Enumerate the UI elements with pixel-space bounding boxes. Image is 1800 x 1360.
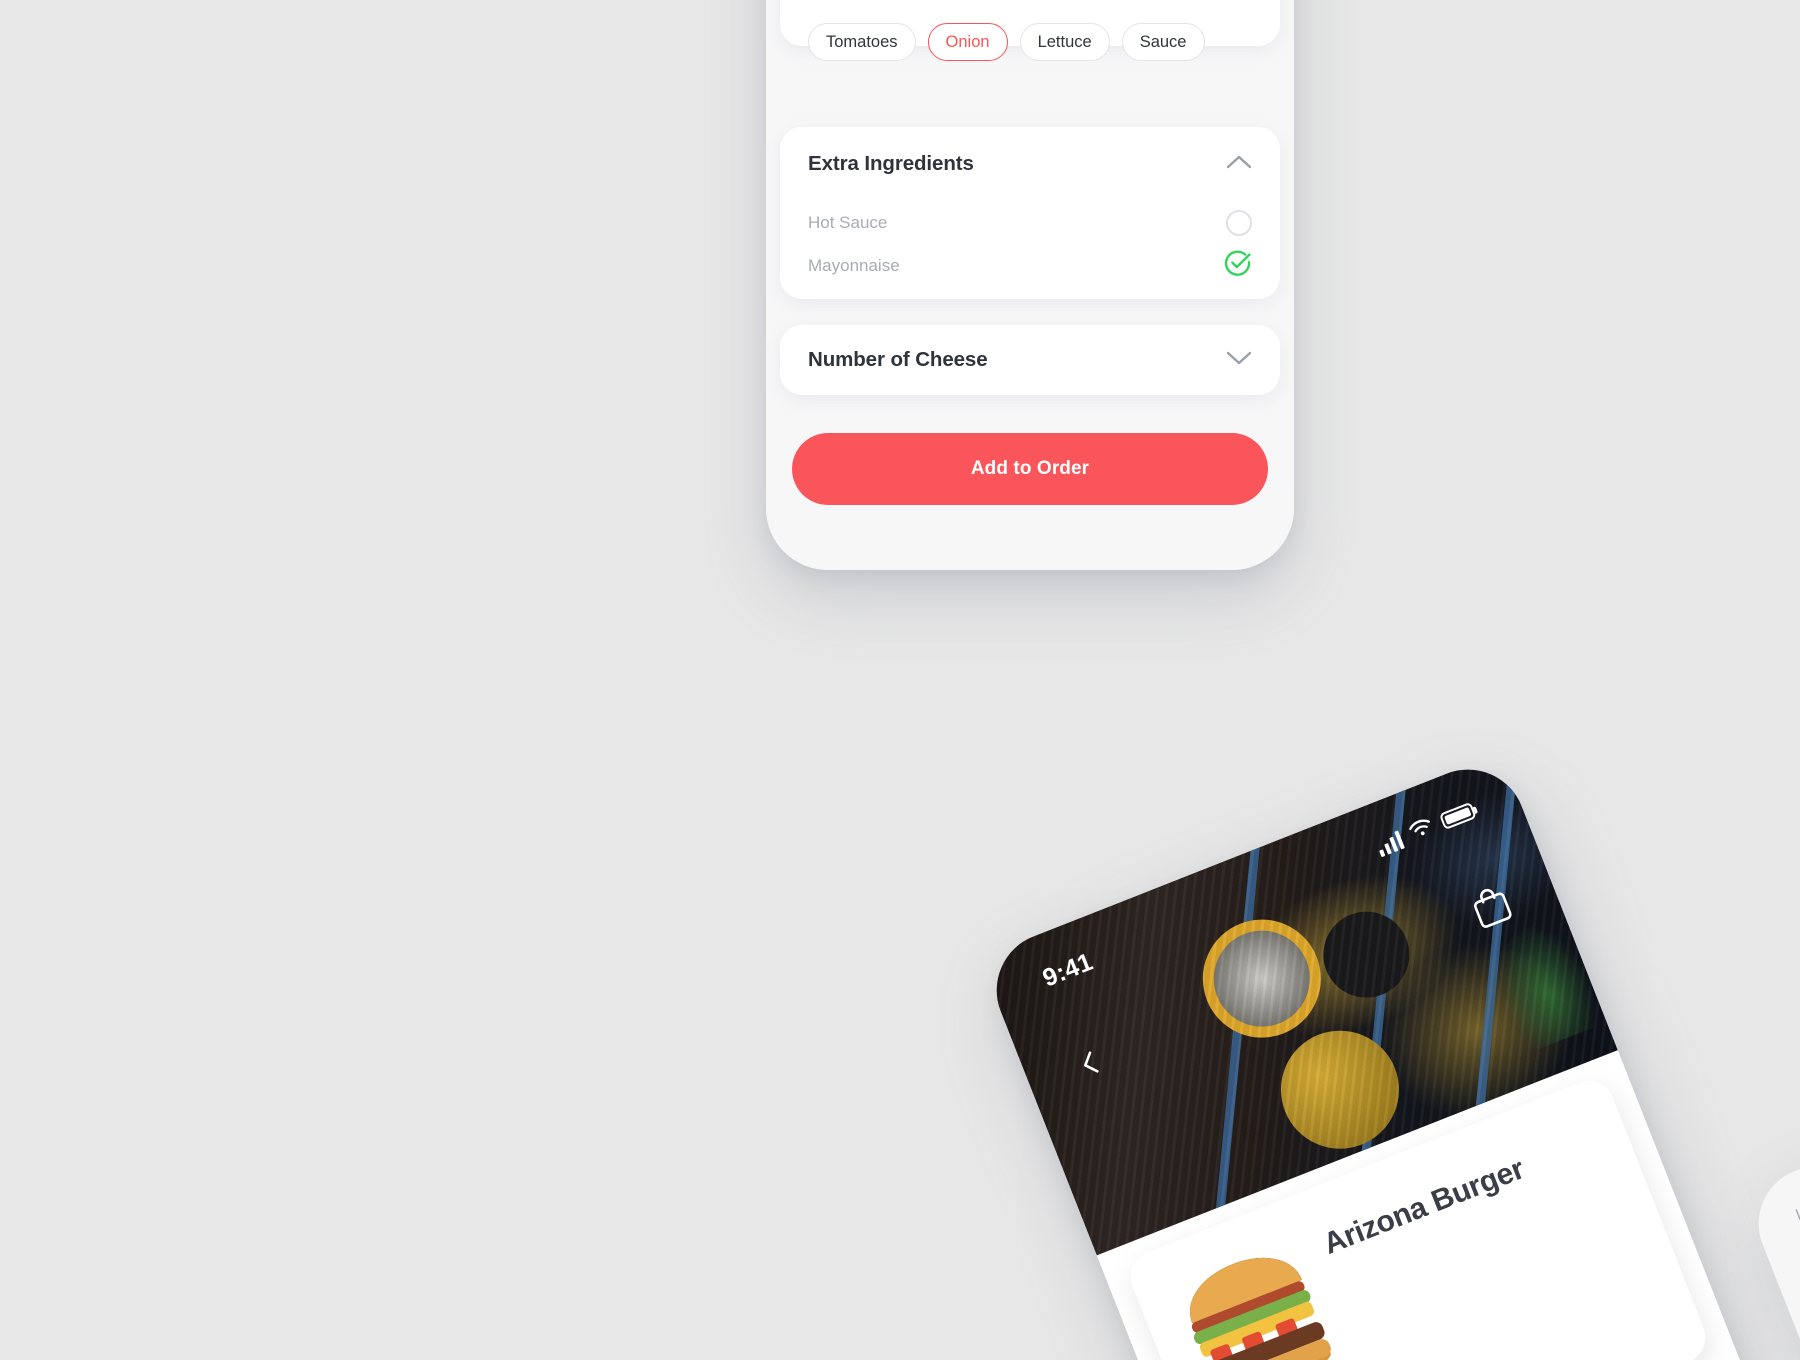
hero-decor [1263,1013,1417,1167]
chip-onion[interactable]: Onion [927,23,1008,61]
radio-unchecked-icon[interactable] [1226,209,1252,236]
option-mayonnaise[interactable]: Mayonnaise [808,244,1252,287]
extra-ingredients-header[interactable]: Extra Ingredients [808,127,1252,201]
number-of-cheese-card[interactable]: Number of Cheese [780,325,1280,395]
extra-ingredients-title: Extra Ingredients [808,152,974,175]
number-of-cheese-title: Number of Cheese [808,348,988,371]
screenshot-canvas: Please choose the materials you want to … [0,0,1800,1360]
option-hot-sauce-label: Hot Sauce [808,212,888,232]
hero-decor [1194,752,1277,1256]
option-mayonnaise-label: Mayonnaise [808,255,900,275]
battery-icon [1438,801,1477,831]
chip-lettuce[interactable]: Lettuce [1019,23,1110,61]
add-to-order-button[interactable]: Add to Order [792,433,1268,505]
option-hot-sauce[interactable]: Hot Sauce [808,201,1252,244]
customize-screen: Please choose the materials you want to … [766,0,1294,570]
hero-decor [1479,910,1607,1056]
phone-peek-small-label: L [1793,1204,1800,1225]
menu-item-name: Arizona Burger [1318,1152,1529,1261]
status-bar-time: 9:41 [1038,947,1097,993]
burger-image [1157,1222,1352,1360]
phone-restaurant: 9:41 Arizona Burger [979,752,1800,1360]
status-bar-indicators [1374,799,1478,858]
remove-materials-chip-list: Tomatoes Onion Lettuce Sauce [808,23,1252,61]
chevron-up-icon[interactable] [1226,154,1252,175]
extra-ingredients-card: Extra Ingredients Hot Sauce Mayonnaise [780,127,1280,299]
check-circle-icon[interactable] [1224,249,1252,282]
signal-icon [1374,829,1405,857]
phone-customize-order: Please choose the materials you want to … [766,0,1294,570]
phone-peek-right: L N [1742,1038,1800,1360]
chip-sauce[interactable]: Sauce [1121,23,1205,61]
chevron-down-icon[interactable] [1226,350,1252,371]
chip-tomatoes[interactable]: Tomatoes [808,23,916,61]
menu-item-info: Arizona Burger [1313,1137,1602,1360]
wifi-icon [1406,815,1437,845]
phone-restaurant-wrapper: 9:41 Arizona Burger [979,752,1800,1360]
remove-materials-card: Please choose the materials you want to … [780,0,1280,61]
